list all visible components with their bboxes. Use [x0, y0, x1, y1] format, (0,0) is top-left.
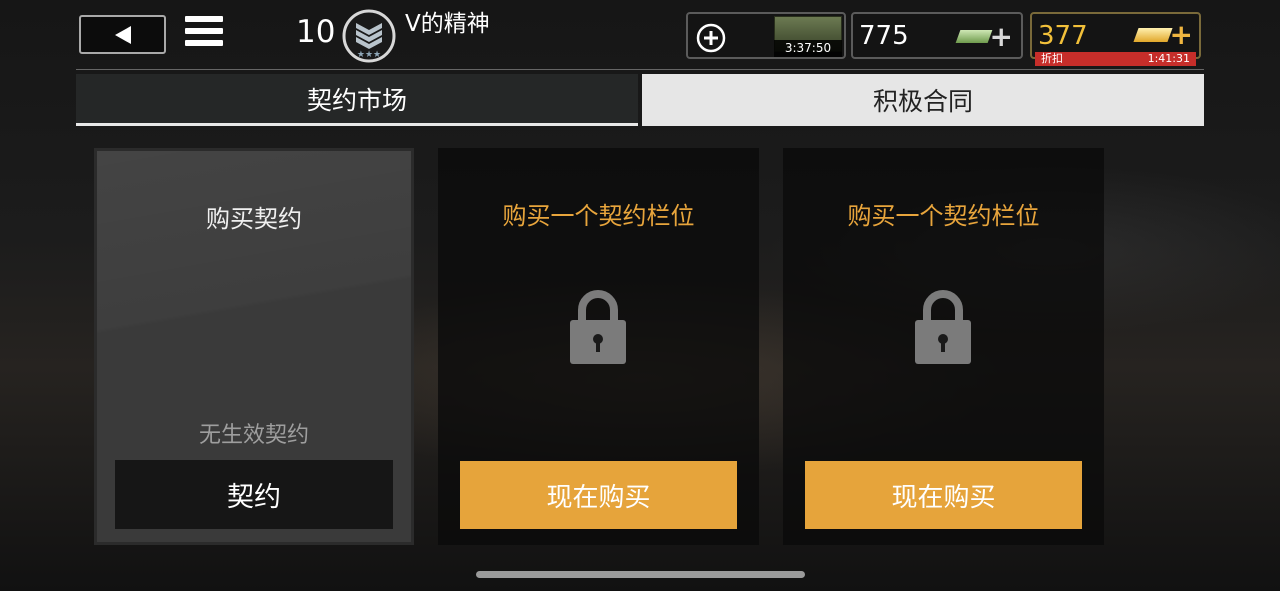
cash-resource: 775 +	[851, 12, 1023, 59]
discount-label: 折扣	[1041, 52, 1063, 65]
player-name: V的精神	[405, 11, 490, 37]
back-button[interactable]	[79, 15, 166, 54]
buy-now-button[interactable]: 现在购买	[805, 461, 1082, 529]
crate-resource: 3:37:50	[686, 12, 846, 59]
player-level: 10	[296, 14, 336, 50]
gold-value: 377	[1038, 21, 1088, 51]
lock-icon	[912, 286, 974, 366]
gold-resource: 377 + 折扣 1:41:31	[1030, 12, 1201, 66]
no-active-contract-text: 无生效契约	[198, 423, 309, 448]
tab-contract-market[interactable]: 契约市场	[76, 74, 638, 126]
discount-banner: 折扣 1:41:31	[1035, 52, 1196, 66]
add-gold-button[interactable]: +	[1170, 21, 1193, 49]
contract-button[interactable]: 契约	[115, 460, 393, 529]
discount-timer: 1:41:31	[1147, 52, 1190, 65]
rank-badge-icon: ★★★	[342, 9, 396, 63]
card-title: 购买一个契约栏位	[847, 202, 1040, 230]
lock-icon	[567, 286, 629, 366]
buy-now-button[interactable]: 现在购买	[460, 461, 737, 529]
card-title: 购买契约	[206, 205, 302, 233]
home-indicator[interactable]	[476, 571, 805, 578]
add-cash-button[interactable]: +	[990, 23, 1013, 51]
card-title: 购买一个契约栏位	[502, 202, 695, 230]
tab-active-contracts[interactable]: 积极合同	[642, 74, 1204, 126]
cash-value: 775	[859, 21, 909, 51]
locked-slot-card: 购买一个契约栏位 现在购买	[783, 148, 1104, 545]
header-divider	[76, 69, 1204, 70]
locked-slot-card: 购买一个契约栏位 现在购买	[438, 148, 759, 545]
crate-timer: 3:37:50	[774, 40, 842, 57]
cash-icon	[955, 30, 993, 43]
plus-circle-icon[interactable]	[696, 23, 726, 53]
buy-contract-card: 购买契约 无生效契约 契约	[94, 148, 414, 545]
gold-icon	[1133, 28, 1173, 42]
svg-text:★★★: ★★★	[357, 50, 381, 60]
back-arrow-icon	[114, 25, 131, 44]
menu-icon[interactable]	[185, 16, 223, 53]
